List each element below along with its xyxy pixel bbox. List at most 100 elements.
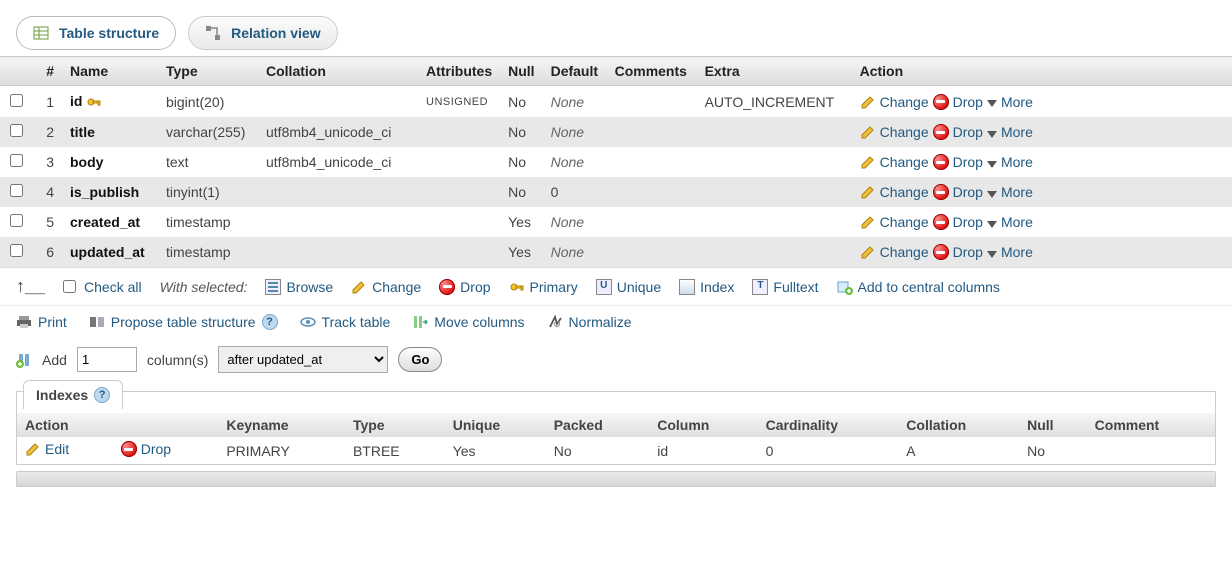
- help-icon[interactable]: ?: [94, 387, 110, 403]
- drop-icon: [933, 154, 949, 170]
- row-checkbox[interactable]: [10, 184, 23, 197]
- chevron-down-icon: [987, 251, 997, 258]
- table-row: 5created_attimestampYesNoneChange Drop M…: [0, 207, 1232, 237]
- row-checkbox[interactable]: [10, 244, 23, 257]
- column-null: No: [500, 147, 542, 177]
- primary-button[interactable]: Primary: [509, 279, 578, 295]
- indexes-tab[interactable]: Indexes ?: [23, 380, 123, 409]
- index-unique: Yes: [445, 437, 546, 464]
- print-icon: [16, 314, 32, 330]
- index-null: No: [1019, 437, 1087, 464]
- change-button[interactable]: Change: [860, 244, 929, 260]
- col-action: Action: [852, 57, 1232, 86]
- more-button[interactable]: More: [987, 214, 1033, 230]
- chevron-down-icon: [987, 191, 997, 198]
- columns-table: # Name Type Collation Attributes Null De…: [0, 56, 1232, 267]
- column-comments: [607, 117, 697, 147]
- column-attributes: [418, 147, 500, 177]
- change-button[interactable]: Change: [860, 94, 929, 110]
- column-name: is_publish: [62, 177, 158, 207]
- change-button[interactable]: Change: [860, 154, 929, 170]
- idx-col-null: Null: [1019, 413, 1087, 437]
- drop-button[interactable]: Drop: [933, 184, 983, 200]
- drop-button[interactable]: Drop: [121, 441, 171, 457]
- more-button[interactable]: More: [987, 184, 1033, 200]
- add-position-select[interactable]: after updated_at: [218, 346, 388, 373]
- add-central-button[interactable]: Add to central columns: [837, 279, 1000, 295]
- row-checkbox[interactable]: [10, 214, 23, 227]
- drop-button[interactable]: Drop: [933, 124, 983, 140]
- propose-icon: [89, 314, 105, 330]
- column-null: Yes: [500, 207, 542, 237]
- column-attributes: [418, 177, 500, 207]
- column-attributes: [418, 237, 500, 267]
- index-button[interactable]: Index: [679, 279, 734, 295]
- indexes-section: Indexes ? Action Keyname Type Unique Pac…: [16, 391, 1216, 465]
- drop-button[interactable]: Drop: [439, 279, 490, 295]
- col-name: Name: [62, 57, 158, 86]
- column-comments: [607, 237, 697, 267]
- drop-icon: [933, 244, 949, 260]
- unique-button[interactable]: Unique: [596, 279, 661, 295]
- row-checkbox[interactable]: [10, 94, 23, 107]
- add-icon: [16, 352, 32, 368]
- index-icon: [679, 279, 695, 295]
- column-default: None: [543, 86, 607, 118]
- column-default: 0: [543, 177, 607, 207]
- row-checkbox[interactable]: [10, 154, 23, 167]
- check-all[interactable]: Check all: [63, 279, 142, 295]
- more-button[interactable]: More: [987, 124, 1033, 140]
- drop-button[interactable]: Drop: [933, 94, 983, 110]
- edit-button[interactable]: Edit: [25, 441, 69, 457]
- footer-slab: [16, 471, 1216, 487]
- index-type: BTREE: [345, 437, 445, 464]
- more-button[interactable]: More: [987, 154, 1033, 170]
- row-checkbox[interactable]: [10, 124, 23, 137]
- idx-col-keyname: Keyname: [218, 413, 345, 437]
- change-button[interactable]: Change: [860, 184, 929, 200]
- column-comments: [607, 177, 697, 207]
- help-icon[interactable]: ?: [262, 314, 278, 330]
- add-columns-row: Add column(s) after updated_at Go: [0, 338, 1232, 381]
- index-cardinality: 0: [758, 437, 899, 464]
- column-type: varchar(255): [158, 117, 258, 147]
- column-type: timestamp: [158, 207, 258, 237]
- view-tabs: Table structure Relation view: [0, 0, 1232, 56]
- tab-relation-view[interactable]: Relation view: [188, 16, 337, 50]
- primary-key-icon: [86, 94, 102, 110]
- drop-icon: [933, 124, 949, 140]
- change-button[interactable]: Change: [860, 124, 929, 140]
- drop-button[interactable]: Drop: [933, 244, 983, 260]
- tab-table-structure[interactable]: Table structure: [16, 16, 176, 50]
- col-comments: Comments: [607, 57, 697, 86]
- column-collation: utf8mb4_unicode_ci: [258, 147, 418, 177]
- print-button[interactable]: Print: [16, 314, 67, 330]
- add-count-input[interactable]: [77, 347, 137, 372]
- more-button[interactable]: More: [987, 244, 1033, 260]
- move-columns-button[interactable]: Move columns: [412, 314, 524, 330]
- propose-button[interactable]: Propose table structure ?: [89, 314, 278, 330]
- index-row: EditDropPRIMARYBTREEYesNoid0ANo: [17, 437, 1215, 464]
- column-name: id: [62, 86, 158, 118]
- eye-icon: [300, 314, 316, 330]
- chevron-down-icon: [987, 221, 997, 228]
- drop-button[interactable]: Drop: [933, 214, 983, 230]
- column-collation: [258, 237, 418, 267]
- go-button[interactable]: Go: [398, 347, 442, 372]
- column-comments: [607, 207, 697, 237]
- drop-button[interactable]: Drop: [933, 154, 983, 170]
- change-button[interactable]: Change: [860, 214, 929, 230]
- check-all-label[interactable]: Check all: [84, 279, 142, 295]
- more-button[interactable]: More: [987, 94, 1033, 110]
- track-button[interactable]: Track table: [300, 314, 391, 330]
- normalize-button[interactable]: Normalize: [547, 314, 632, 330]
- fulltext-button[interactable]: Fulltext: [752, 279, 818, 295]
- change-button[interactable]: Change: [351, 279, 421, 295]
- check-all-checkbox[interactable]: [63, 280, 76, 293]
- drop-icon: [933, 214, 949, 230]
- column-collation: [258, 207, 418, 237]
- indexes-title: Indexes: [36, 387, 88, 403]
- browse-button[interactable]: Browse: [265, 279, 333, 295]
- arrow-up-icon: ↑__: [16, 276, 45, 297]
- move-icon: [412, 314, 428, 330]
